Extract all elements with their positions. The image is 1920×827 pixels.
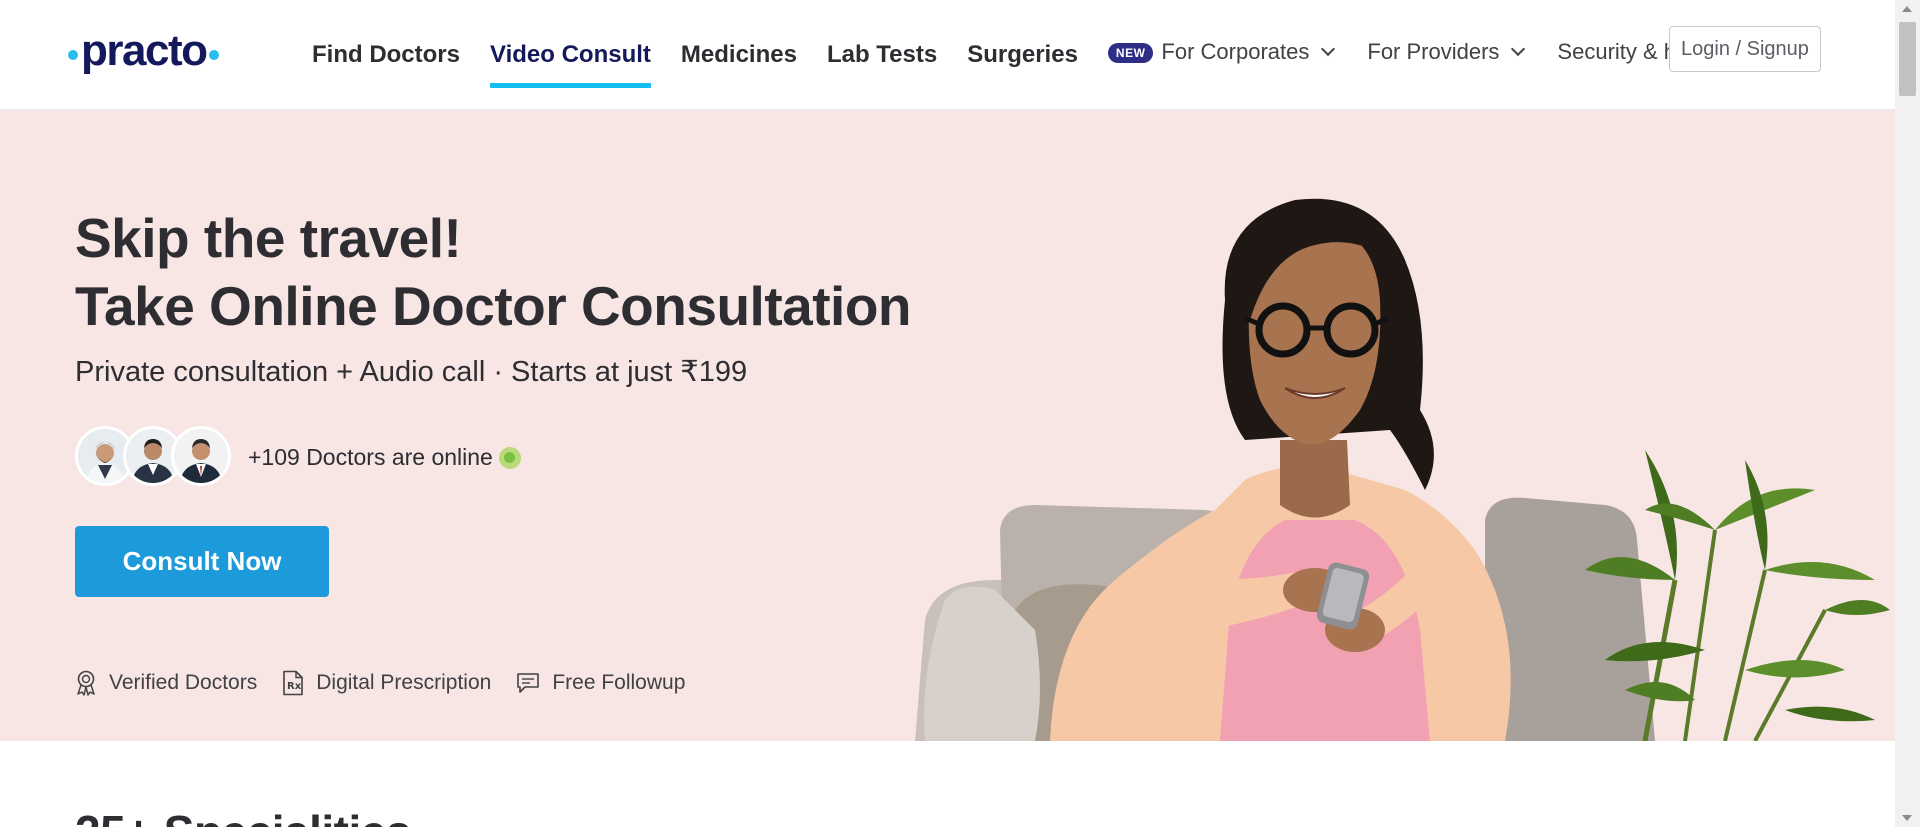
online-indicator-icon xyxy=(498,446,521,469)
nav-medicines[interactable]: Medicines xyxy=(681,0,797,110)
logo-dot-left xyxy=(68,50,78,60)
nav-for-providers-label: For Providers xyxy=(1367,39,1500,64)
login-signup-button[interactable]: Login / Signup xyxy=(1669,26,1821,72)
new-badge: NEW xyxy=(1107,43,1154,63)
feature-list: Verified Doctors Rx Digital Prescription… xyxy=(75,670,710,696)
feature-verified-doctors: Verified Doctors xyxy=(75,670,257,696)
scroll-down-arrow-icon[interactable] xyxy=(1902,815,1912,821)
logo-wordmark: practo xyxy=(81,26,208,75)
consult-now-button[interactable]: Consult Now xyxy=(75,526,329,597)
nav-find-doctors[interactable]: Find Doctors xyxy=(312,0,460,110)
chat-bubble-icon xyxy=(517,673,540,693)
practo-logo[interactable]: practo xyxy=(68,26,220,80)
scrollbar-thumb[interactable] xyxy=(1899,22,1916,96)
hero-title-line2: Take Online Doctor Consultation xyxy=(75,275,912,337)
scroll-up-arrow-icon[interactable] xyxy=(1902,6,1912,12)
logo-dot-right xyxy=(209,50,220,60)
nav-lab-tests[interactable]: Lab Tests xyxy=(827,0,937,110)
top-header: practo Find Doctors Video Consult Medici… xyxy=(0,0,1895,110)
nav-video-consult[interactable]: Video Consult xyxy=(490,0,651,110)
page-scrollbar[interactable] xyxy=(1895,0,1920,827)
feature-label: Digital Prescription xyxy=(316,671,492,694)
badge-ribbon-icon xyxy=(77,670,95,696)
nav-for-providers[interactable]: For Providers xyxy=(1367,0,1526,107)
hero-title: Skip the travel! Take Online Doctor Cons… xyxy=(75,204,912,340)
nav-surgeries[interactable]: Surgeries xyxy=(967,0,1078,110)
feature-digital-prescription: Rx Digital Prescription xyxy=(282,670,491,696)
doctors-online-label: +109 Doctors are online xyxy=(248,444,493,470)
doctor-avatar xyxy=(171,426,231,486)
chevron-down-icon xyxy=(1321,41,1336,57)
doctors-online-status: +109 Doctors are online xyxy=(248,444,521,471)
feature-free-followup: Free Followup xyxy=(516,671,685,695)
feature-label: Free Followup xyxy=(552,671,686,694)
feature-label: Verified Doctors xyxy=(109,671,258,694)
nav-for-corporates-label: For Corporates xyxy=(1161,39,1310,64)
hero-banner: Skip the travel! Take Online Doctor Cons… xyxy=(0,110,1895,741)
hero-subtitle: Private consultation + Audio call · Star… xyxy=(75,356,748,388)
hero-title-line1: Skip the travel! xyxy=(75,207,462,269)
nav-for-corporates[interactable]: NEW For Corporates xyxy=(1107,0,1336,107)
specialities-section-title: 25+ Specialities xyxy=(75,805,411,827)
hero-woman-illustration xyxy=(915,198,1890,741)
main-nav: Find Doctors Video Consult Medicines Lab… xyxy=(312,0,1763,110)
doctor-avatars xyxy=(75,426,231,486)
prescription-icon: Rx xyxy=(283,670,304,696)
svg-text:Rx: Rx xyxy=(287,681,302,692)
chevron-down-icon xyxy=(1511,41,1526,57)
